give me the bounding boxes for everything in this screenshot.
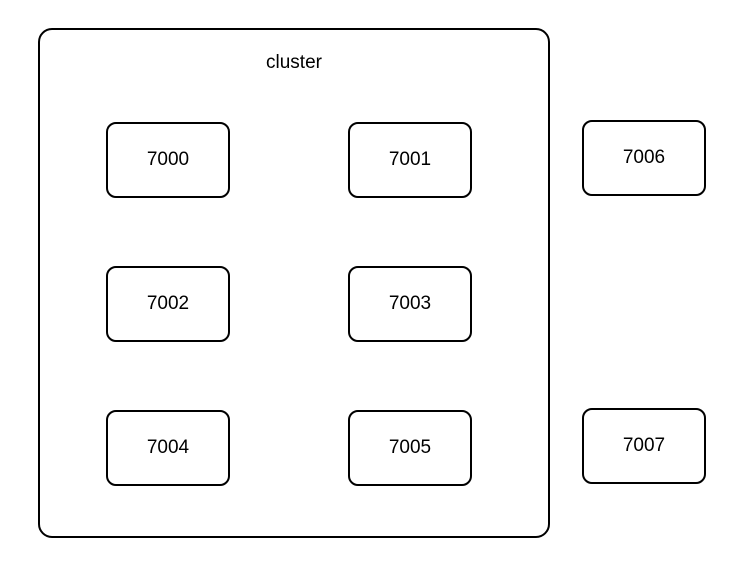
- node-label: 7005: [389, 437, 431, 459]
- node-label: 7000: [147, 149, 189, 171]
- node-label: 7004: [147, 437, 189, 459]
- node-7005: 7005: [348, 410, 472, 486]
- node-label: 7002: [147, 293, 189, 315]
- node-7007: 7007: [582, 408, 706, 484]
- node-7000: 7000: [106, 122, 230, 198]
- cluster-title: cluster: [40, 52, 548, 74]
- node-label: 7001: [389, 149, 431, 171]
- node-7002: 7002: [106, 266, 230, 342]
- node-7001: 7001: [348, 122, 472, 198]
- node-7003: 7003: [348, 266, 472, 342]
- node-label: 7003: [389, 293, 431, 315]
- node-label: 7007: [623, 435, 665, 457]
- node-7006: 7006: [582, 120, 706, 196]
- node-7004: 7004: [106, 410, 230, 486]
- node-label: 7006: [623, 147, 665, 169]
- cluster-container: cluster 7000 7001 7002 7003 7004 7005: [38, 28, 550, 538]
